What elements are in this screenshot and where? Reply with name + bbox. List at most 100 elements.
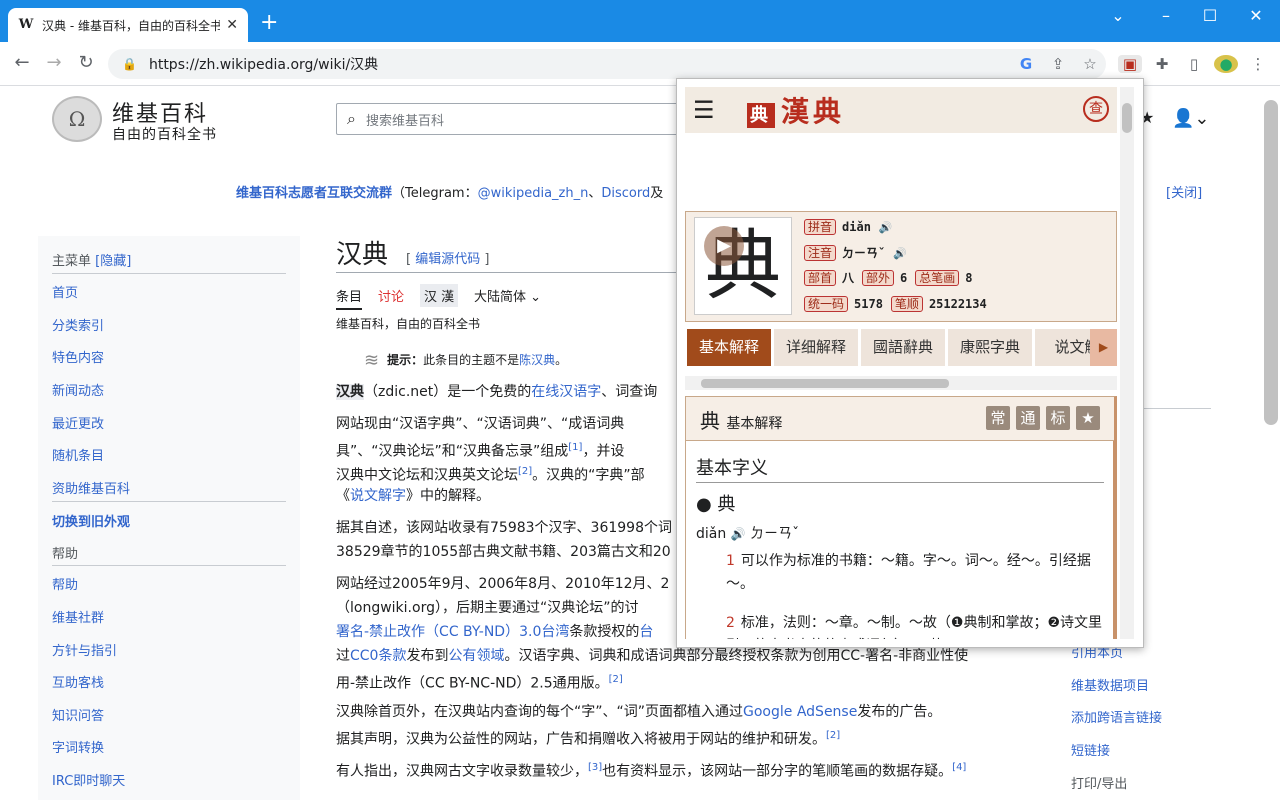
share-icon[interactable]: ⇪ xyxy=(1046,55,1070,73)
sidebar-item-donate[interactable]: 资助维基百科 xyxy=(52,478,130,497)
browser-tab[interactable]: W 汉典 - 维基百科，自由的百科全书 ✕ xyxy=(8,8,248,42)
from-wikipedia: 维基百科，自由的百科全书 xyxy=(336,317,481,331)
sidebar-item-featured[interactable]: 特色内容 xyxy=(52,347,104,366)
speaker-icon[interactable]: 🔊 xyxy=(879,221,893,234)
sidebar-item-irc[interactable]: IRC即时聊天 xyxy=(52,770,125,789)
address-bar[interactable]: 🔒 https://zh.wikipedia.org/wiki/汉典 xyxy=(108,49,1106,79)
close-window-icon[interactable]: ✕ xyxy=(1236,6,1276,25)
side-panel-icon[interactable]: ▯ xyxy=(1182,55,1206,73)
sidebar-item-conversion[interactable]: 字词转换 xyxy=(52,737,104,756)
lookup-icon[interactable]: 查 xyxy=(1083,96,1109,122)
sidebar-item-categories[interactable]: 分类索引 xyxy=(52,315,104,334)
popup-header: ☰ 典漢典 查 xyxy=(685,87,1117,133)
tab-kangxi[interactable]: 康熙字典 xyxy=(948,329,1032,366)
site-notice: 维基百科志愿者互联交流群（Telegram：@wikipedia_zh_n、Di… xyxy=(236,186,664,201)
tab-guoyu[interactable]: 國語辭典 xyxy=(861,329,945,366)
sidebar-item-village-pump[interactable]: 互助客栈 xyxy=(52,672,104,691)
paragraph-4-line: 用-禁止改作（CC BY-NC-ND）2.5通用版。[2] xyxy=(336,674,623,692)
speaker-icon[interactable]: 🔊 xyxy=(893,247,907,260)
paragraph-4-line: 署名-禁止改作（CC BY-ND）3.0台湾条款授权的台 xyxy=(336,624,654,640)
telegram-link[interactable]: @wikipedia_zh_n xyxy=(478,186,589,201)
sidebar-item-home[interactable]: 首页 xyxy=(52,282,78,301)
edit-source-link[interactable]: 编辑源代码 xyxy=(415,252,480,267)
standard-char-badge: 标 xyxy=(1046,406,1070,430)
definition-header: 典 基本解释 常 通 标 ★ xyxy=(686,397,1114,441)
common-char-badge: 常 xyxy=(986,406,1010,430)
zhuyin-row: 注音 ㄉㄧㄢˇ 🔊 xyxy=(804,244,907,261)
tool-print-export-heading: 打印/导出 xyxy=(1071,777,1128,792)
discord-link[interactable]: Discord xyxy=(601,186,650,201)
sense-1: 1 可以作为标准的书籍：～籍。字～。词～。经～。引经据～。 xyxy=(726,553,1091,592)
search-placeholder: 搜索维基百科 xyxy=(365,113,444,129)
paragraph-2-line: 网站现由“汉语字典”、“汉语词典”、“成语词典 xyxy=(336,416,625,432)
maximize-icon[interactable]: ☐ xyxy=(1190,6,1230,25)
popup-tabs: 基本解释 详细解释 國語辭典 康熙字典 说文解 ▶ xyxy=(685,329,1117,367)
hide-menu-link[interactable]: [隐藏] xyxy=(95,254,131,269)
sense-2: 2标准，法则：～章。～制。～故（❶典制和掌故；❷诗文里引用的古书中的故事或词句）… xyxy=(726,615,1103,639)
wikipedia-globe-logo[interactable]: Ω xyxy=(52,96,102,142)
script-variant-toggle[interactable]: 汉 漢 xyxy=(420,284,459,307)
zdic-extension-icon[interactable]: ▣ xyxy=(1118,55,1142,73)
tool-add-interlanguage[interactable]: 添加跨语言链接 xyxy=(1071,707,1162,726)
general-char-badge: 通 xyxy=(1016,406,1040,430)
close-tab-icon[interactable]: ✕ xyxy=(226,17,238,33)
paragraph-4-line: （longwiki.org），后期主要通过“汉典论坛”的讨 xyxy=(336,600,639,616)
paragraph-5-line: 汉典除首页外，在汉典站内查询的每个“字”、“词”页面都植入通过Google Ad… xyxy=(336,704,942,720)
main-menu-heading: 主菜单 [隐藏] xyxy=(52,254,132,269)
hamburger-menu-icon[interactable]: ☰ xyxy=(693,96,723,124)
minimize-icon[interactable]: – xyxy=(1146,6,1186,25)
paragraph-4-line: 网站经过2005年9月、2006年8月、2010年12月、2 xyxy=(336,576,670,592)
extensions-puzzle-icon[interactable]: ✚ xyxy=(1150,55,1174,73)
tab-search-icon[interactable]: ⌄ xyxy=(1098,6,1138,25)
page-scrollbar[interactable] xyxy=(1264,100,1278,425)
paragraph-6-line: 有人指出，汉典网古文字收录数量较少，[3]也有资料显示，该网站一部分字的笔顺笔画… xyxy=(336,762,967,780)
google-translate-icon[interactable]: G xyxy=(1014,55,1038,73)
profile-avatar[interactable]: ● xyxy=(1214,55,1238,73)
disambiguation-icon: ≋ xyxy=(364,350,380,371)
sidebar-item-recent-changes[interactable]: 最近更改 xyxy=(52,413,104,432)
section-heading: 基本字义 xyxy=(696,454,1104,483)
paragraph-1: 汉典（zdic.net）是一个免费的在线汉语字、词查询 xyxy=(336,384,658,400)
user-menu-icon[interactable]: 👤⌄ xyxy=(1172,108,1210,129)
url-text[interactable]: https://zh.wikipedia.org/wiki/汉典 xyxy=(149,54,378,74)
definition-panel: 典 基本解释 常 通 标 ★ 基本字义 ● 典 diǎn 🔊 ㄉㄧㄢˇ 1 可以作… xyxy=(685,396,1117,639)
hatnote-link[interactable]: 陈汉典 xyxy=(519,353,555,367)
page-title: 汉典 xyxy=(336,240,389,270)
lock-icon[interactable]: 🔒 xyxy=(122,57,137,71)
notice-close-button[interactable]: [关闭] xyxy=(1166,182,1202,201)
paragraph-5-line: 据其声明，汉典为公益性的网站，广告和捐赠收入将被用于网站的维护和研发。[2] xyxy=(336,730,841,748)
edit-source-section: [ 编辑源代码 ] xyxy=(406,252,490,267)
sidebar-item-old-skin[interactable]: 切换到旧外观 xyxy=(52,511,130,530)
tool-short-url[interactable]: 短链接 xyxy=(1071,740,1110,759)
tool-wikidata-item[interactable]: 维基数据项目 xyxy=(1071,675,1149,694)
tab-title: 汉典 - 维基百科，自由的百科全书 xyxy=(42,18,221,33)
sidebar-item-policy[interactable]: 方针与指引 xyxy=(52,640,117,659)
sidebar-item-random[interactable]: 随机条目 xyxy=(52,445,104,464)
forward-icon[interactable]: → xyxy=(40,52,68,73)
sidebar-item-qa[interactable]: 知识问答 xyxy=(52,705,104,724)
zdic-logo[interactable]: 典漢典 xyxy=(747,90,845,130)
new-tab-button[interactable]: + xyxy=(260,12,278,34)
tab-talk[interactable]: 讨论 xyxy=(378,286,404,305)
search-input[interactable]: ⌕ 搜索维基百科 xyxy=(336,103,686,135)
tab-article[interactable]: 条目 xyxy=(336,286,363,310)
tab-detailed[interactable]: 详细解释 xyxy=(774,329,858,366)
notice-link[interactable]: 维基百科志愿者互联交流群 xyxy=(236,186,392,201)
stroke-play-icon[interactable]: ▶ xyxy=(704,226,744,266)
menu-kebab-icon[interactable]: ⋮ xyxy=(1246,55,1270,73)
favorite-star-icon[interactable]: ★ xyxy=(1076,406,1100,430)
tabs-scrollbar[interactable] xyxy=(685,376,1117,390)
variant-dropdown[interactable]: 大陆简体 ⌄ xyxy=(474,286,541,305)
radical-row: 部首八部外 6 总笔画 8 xyxy=(804,269,981,286)
popup-scrollbar[interactable] xyxy=(1120,87,1134,639)
tab-next-icon[interactable]: ▶ xyxy=(1090,329,1117,366)
sidebar-item-help[interactable]: 帮助 xyxy=(52,574,78,593)
back-icon[interactable]: ← xyxy=(8,52,36,73)
reload-icon[interactable]: ↻ xyxy=(72,52,100,73)
speaker-icon[interactable]: 🔊 xyxy=(731,527,746,541)
bookmark-star-icon[interactable]: ☆ xyxy=(1078,55,1102,73)
tab-basic[interactable]: 基本解释 xyxy=(687,329,771,366)
sidebar-item-community[interactable]: 维基社群 xyxy=(52,607,104,626)
sidebar-item-news[interactable]: 新闻动态 xyxy=(52,380,104,399)
hatnote: ≋ 提示：此条目的主题不是陈汉典。 xyxy=(364,350,568,371)
